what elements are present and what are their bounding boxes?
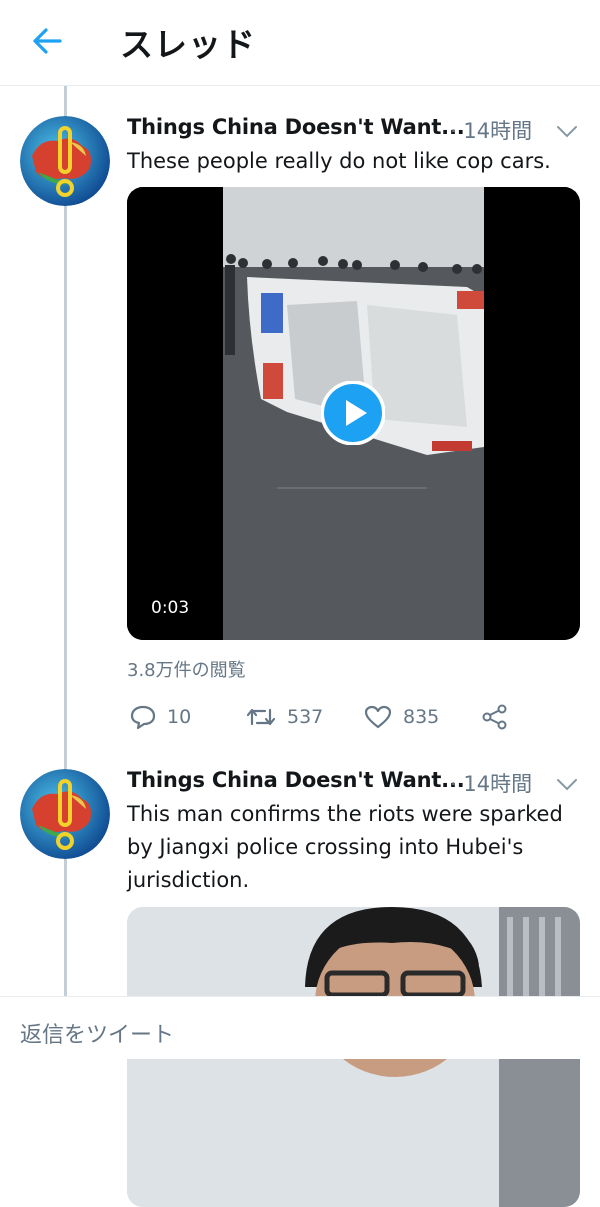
reply-input-placeholder[interactable]: 返信をツイート	[20, 1017, 174, 1049]
avatar[interactable]	[20, 769, 110, 859]
chevron-down-icon[interactable]	[555, 776, 579, 794]
reply-button[interactable]: 10	[129, 700, 191, 734]
retweet-icon	[246, 708, 276, 726]
tweet-actions: 10 537 835	[127, 700, 580, 734]
chevron-down-icon[interactable]	[555, 123, 579, 141]
play-button[interactable]	[320, 380, 386, 446]
share-button[interactable]	[481, 700, 519, 734]
tweet-text: This man confirms the riots were sparked…	[127, 802, 563, 892]
video-player[interactable]: 0:03	[127, 187, 580, 640]
header: スレッド	[0, 0, 600, 86]
view-count: 3.8万件の閲覧	[127, 660, 246, 681]
back-button[interactable]	[30, 26, 64, 56]
retweet-count: 537	[287, 706, 324, 728]
arrow-left-icon	[33, 28, 62, 54]
tweet-timestamp[interactable]: · 14時間	[450, 768, 532, 798]
reply-bar[interactable]: 返信をツイート	[0, 996, 600, 1059]
reply-count: 10	[167, 706, 192, 728]
like-button[interactable]: 835	[363, 700, 439, 734]
retweet-button[interactable]: 537	[245, 700, 323, 734]
heart-icon	[364, 705, 392, 729]
like-count: 835	[403, 706, 440, 728]
reply-icon	[130, 705, 156, 730]
tweet-timestamp[interactable]: · 14時間	[450, 115, 532, 145]
share-icon	[482, 704, 507, 730]
tweet-text: These people really do not like cop cars…	[127, 149, 551, 173]
avatar[interactable]	[20, 116, 110, 206]
thread-connector-line	[64, 86, 67, 996]
play-icon	[320, 380, 386, 446]
page-title: スレッド	[120, 25, 256, 64]
author-name[interactable]: Things China Doesn't Want...	[127, 768, 465, 792]
author-name[interactable]: Things China Doesn't Want...	[127, 115, 465, 139]
video-duration: 0:03	[151, 598, 190, 618]
